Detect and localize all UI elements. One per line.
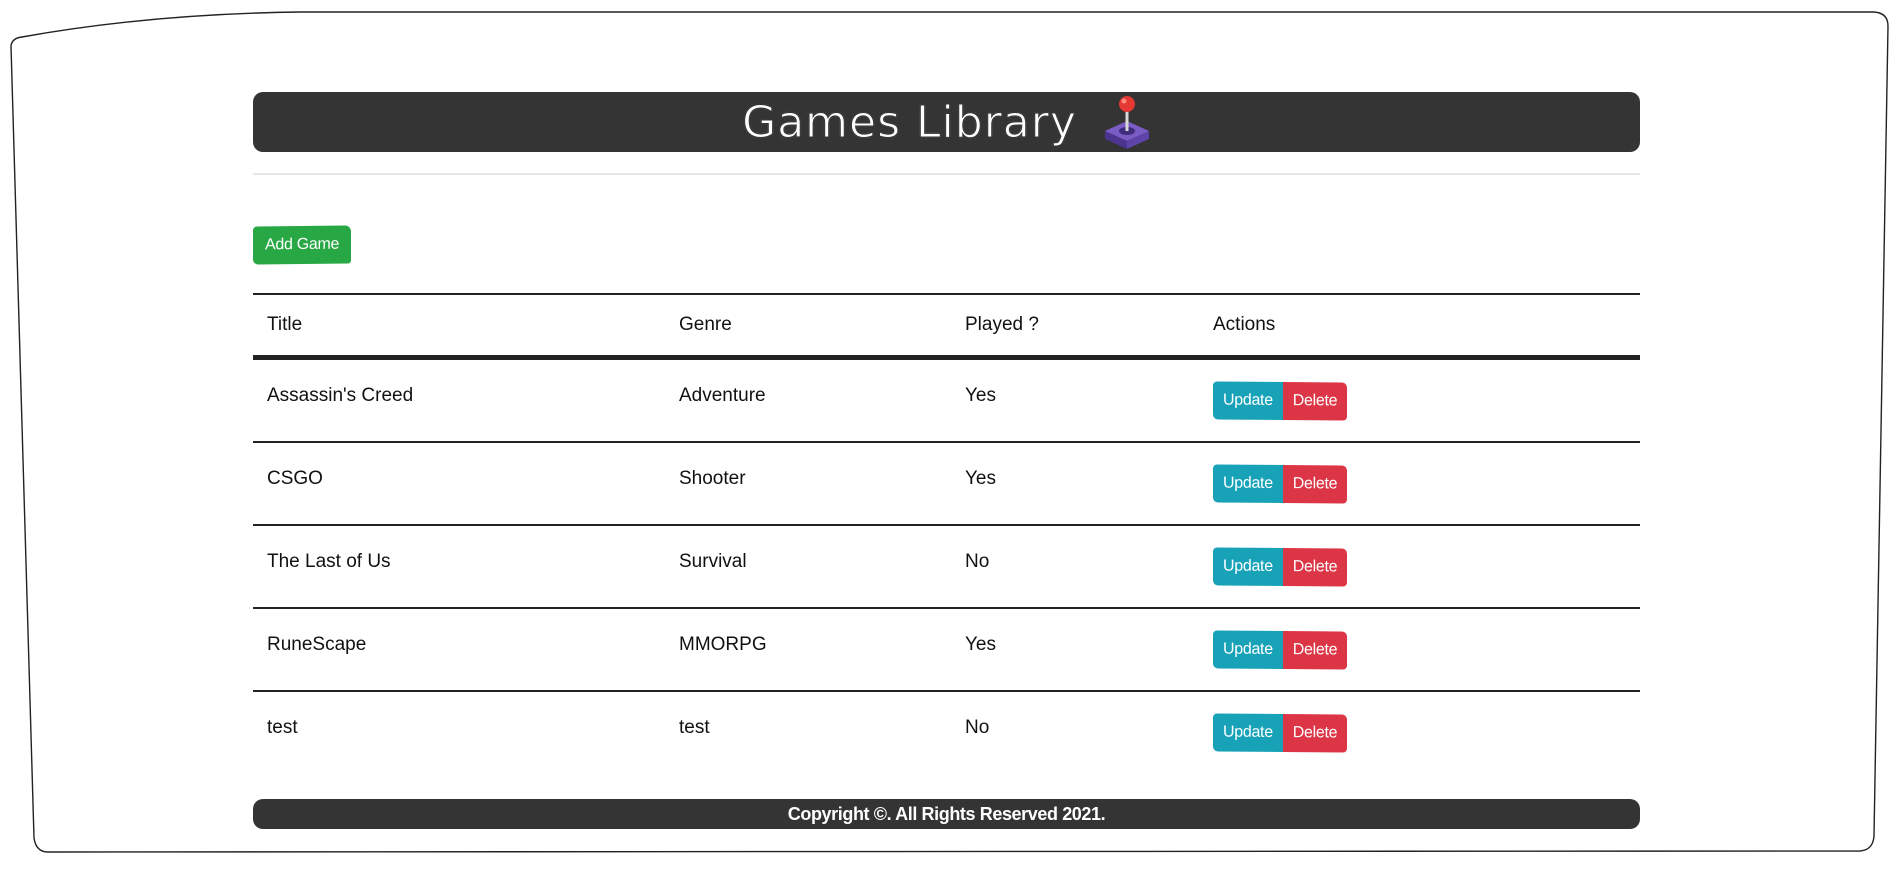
- game-played-cell: No: [965, 716, 990, 738]
- game-genre-cell: Survival: [665, 525, 951, 609]
- actions-cell: Update Delete: [1199, 691, 1640, 773]
- delete-button[interactable]: Delete: [1282, 547, 1348, 587]
- game-played-cell: No: [951, 525, 1199, 609]
- delete-button[interactable]: Delete: [1282, 630, 1348, 670]
- joystick-icon: [1103, 95, 1151, 149]
- game-played-cell: Yes: [951, 357, 1199, 443]
- main-container: Games Library Add Game Title Genre Playe…: [253, 92, 1640, 829]
- column-header-title: Title: [253, 293, 665, 360]
- games-table: Title Genre Played ? Actions Assassin's …: [253, 293, 1640, 773]
- game-played-cell: Yes: [951, 442, 1199, 526]
- game-title-cell: test: [267, 716, 298, 738]
- game-genre-cell: Shooter: [665, 442, 951, 526]
- table-row: The Last of Us Survival No Update Delete: [253, 525, 1640, 609]
- game-title-cell: CSGO: [253, 442, 665, 526]
- update-button[interactable]: Update: [1213, 629, 1283, 669]
- actions-cell: Update Delete: [1199, 608, 1640, 692]
- header-bar: Games Library: [253, 92, 1640, 152]
- actions-cell: Update Delete: [1199, 357, 1640, 443]
- delete-button[interactable]: Delete: [1282, 464, 1348, 504]
- game-title-cell: The Last of Us: [253, 525, 665, 609]
- action-button-group: Update Delete: [1213, 463, 1348, 504]
- game-title-cell: Assassin's Creed: [253, 357, 665, 443]
- update-button[interactable]: Update: [1213, 712, 1283, 752]
- header-divider: [253, 173, 1640, 175]
- update-button[interactable]: Update: [1213, 463, 1283, 503]
- delete-button[interactable]: Delete: [1282, 713, 1348, 753]
- update-button[interactable]: Update: [1213, 380, 1283, 420]
- actions-cell: Update Delete: [1199, 525, 1640, 609]
- game-genre-cell: Adventure: [665, 357, 951, 443]
- column-header-actions: Actions: [1199, 293, 1640, 360]
- column-header-genre: Genre: [665, 293, 951, 360]
- action-button-group: Update Delete: [1213, 629, 1348, 670]
- table-row: test test No Update Delete: [253, 691, 1640, 773]
- column-header-played: Played ?: [951, 293, 1199, 360]
- table-row: RuneScape MMORPG Yes Update Delete: [253, 608, 1640, 692]
- add-game-button[interactable]: Add Game: [253, 225, 352, 265]
- delete-button[interactable]: Delete: [1282, 381, 1348, 421]
- actions-cell: Update Delete: [1199, 442, 1640, 526]
- action-button-group: Update Delete: [1213, 712, 1348, 753]
- update-button[interactable]: Update: [1213, 546, 1283, 586]
- table-row: Assassin's Creed Adventure Yes Update De…: [253, 357, 1640, 443]
- game-played-cell: Yes: [951, 608, 1199, 692]
- game-genre-cell: test: [679, 716, 710, 738]
- page-title: Games Library: [742, 96, 1077, 148]
- game-genre-cell: MMORPG: [665, 608, 951, 692]
- action-button-group: Update Delete: [1213, 380, 1348, 421]
- footer-bar: Copyright ©. All Rights Reserved 2021.: [253, 799, 1640, 829]
- table-header-row: Title Genre Played ? Actions: [253, 293, 1640, 360]
- action-button-group: Update Delete: [1213, 546, 1348, 587]
- table-row: CSGO Shooter Yes Update Delete: [253, 442, 1640, 526]
- game-title-cell: RuneScape: [253, 608, 665, 692]
